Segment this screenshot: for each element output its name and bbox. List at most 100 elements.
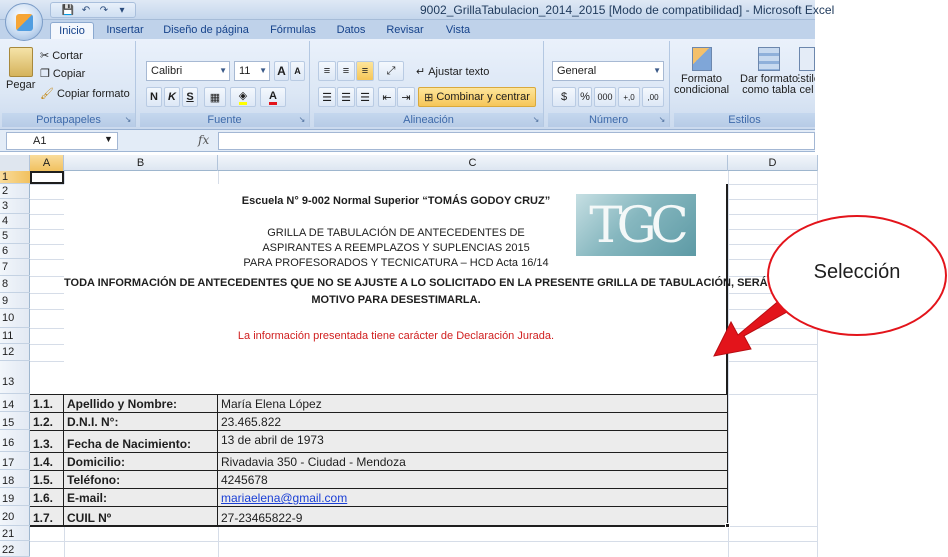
row-header[interactable]: 11 — [0, 328, 30, 344]
field-value[interactable]: 13 de abril de 1973 — [218, 431, 728, 452]
font-launcher-icon[interactable]: ↘ — [297, 115, 307, 125]
row-header[interactable]: 21 — [0, 526, 30, 541]
increase-indent-button[interactable]: ⇥ — [397, 87, 415, 107]
row-header[interactable]: 17 — [0, 452, 30, 470]
row-header[interactable]: 19 — [0, 488, 30, 506]
row-header[interactable]: 6 — [0, 244, 30, 259]
decrease-decimals-button[interactable]: ,00 — [642, 87, 664, 107]
name-box[interactable]: A1 — [6, 132, 118, 150]
orientation-button[interactable]: ⤢ — [378, 61, 404, 81]
tab-formulas[interactable]: Fórmulas — [262, 22, 324, 39]
office-button[interactable] — [5, 3, 43, 41]
row-header[interactable]: 13 — [0, 361, 30, 394]
underline-button[interactable]: S — [182, 87, 198, 107]
clipboard-launcher-icon[interactable]: ↘ — [123, 115, 133, 125]
row-header[interactable]: 8 — [0, 276, 30, 293]
tab-insertar[interactable]: Insertar — [100, 22, 150, 39]
borders-button[interactable]: ▦ — [204, 87, 226, 107]
cell-styles-button[interactable]: Estilo cel — [798, 47, 815, 96]
paste-button[interactable]: Pegar — [6, 47, 35, 91]
worksheet-grid[interactable]: Escuela N° 9-002 Normal Superior “TOMÁS … — [30, 171, 818, 557]
number-format-combo[interactable]: General ▼ — [552, 61, 664, 81]
align-left-button[interactable]: ☰ — [318, 87, 336, 107]
align-bottom-button[interactable]: ≡ — [356, 61, 374, 81]
row-header[interactable]: 9 — [0, 293, 30, 309]
row-header[interactable]: 5 — [0, 229, 30, 244]
row-header[interactable]: 10 — [0, 309, 30, 328]
row-header[interactable]: 15 — [0, 412, 30, 430]
field-value[interactable]: 23.465.822 — [218, 413, 728, 430]
redo-icon[interactable]: ↷ — [97, 4, 111, 17]
font-size-combo[interactable]: 11 ▼ — [234, 61, 270, 81]
field-value[interactable]: María Elena López — [218, 395, 728, 412]
row-header[interactable]: 14 — [0, 394, 30, 412]
tab-datos[interactable]: Datos — [330, 22, 372, 39]
save-icon[interactable]: 💾 — [61, 4, 75, 17]
align-right-button[interactable]: ☰ — [356, 87, 374, 107]
column-header-a[interactable]: A — [30, 155, 64, 171]
tab-diseno-de-pagina[interactable]: Diseño de página — [158, 22, 254, 39]
wrap-text-button[interactable]: ↵ Ajustar texto — [416, 65, 489, 79]
font-color-button[interactable]: A — [260, 87, 286, 107]
active-cell-a1[interactable] — [30, 171, 64, 184]
column-header-d[interactable]: D — [728, 155, 818, 171]
row-header[interactable]: 20 — [0, 506, 30, 526]
fill-handle[interactable] — [725, 523, 730, 528]
row-header[interactable]: 7 — [0, 259, 30, 276]
chevron-down-icon[interactable]: ▼ — [104, 134, 113, 144]
thousands-button[interactable]: 000 — [594, 87, 616, 107]
percent-button[interactable]: % — [578, 87, 592, 107]
table-row[interactable]: 1.5. Teléfono: 4245678 — [30, 470, 728, 488]
shrink-font-button[interactable]: A — [290, 61, 305, 81]
currency-button[interactable]: $ — [552, 87, 576, 107]
email-link[interactable]: mariaelena@gmail.com — [218, 489, 728, 506]
insert-function-icon[interactable]: fx — [198, 133, 209, 147]
table-row[interactable]: 1.7. CUIL Nº 27-23465822-9 — [30, 506, 728, 526]
align-center-button[interactable]: ☰ — [337, 87, 355, 107]
cut-button[interactable]: ✂ Cortar — [40, 49, 83, 63]
increase-decimals-button[interactable]: +,0 — [618, 87, 640, 107]
format-painter-button[interactable]: 🖌 Copiar formato — [40, 87, 130, 101]
row-header[interactable]: 18 — [0, 470, 30, 488]
row-header[interactable]: 2 — [0, 184, 30, 199]
undo-icon[interactable]: ↶ — [79, 4, 93, 17]
title-bar: 💾 ↶ ↷ ▾ 9002_GrillaTabulacion_2014_2015 … — [0, 0, 834, 20]
table-row[interactable]: 1.2. D.N.I. N°: 23.465.822 — [30, 412, 728, 430]
row-header[interactable]: 4 — [0, 214, 30, 229]
bold-button[interactable]: N — [146, 87, 162, 107]
number-launcher-icon[interactable]: ↘ — [657, 115, 667, 125]
field-label: E-mail: — [64, 489, 218, 506]
table-row[interactable]: 1.1. Apellido y Nombre: María Elena Lópe… — [30, 394, 728, 412]
table-row[interactable]: 1.4. Domicilio: Rivadavia 350 - Ciudad -… — [30, 452, 728, 470]
format-as-table-button[interactable]: Dar formato como tabla — [740, 47, 798, 96]
grow-font-button[interactable]: A — [274, 61, 289, 81]
table-row[interactable]: 1.3. Fecha de Nacimiento: 13 de abril de… — [30, 430, 728, 452]
italic-button[interactable]: K — [164, 87, 180, 107]
align-top-button[interactable]: ≡ — [318, 61, 336, 81]
merge-center-button[interactable]: ⊞ Combinar y centrar — [418, 87, 536, 107]
row-header[interactable]: 16 — [0, 430, 30, 452]
row-header[interactable]: 3 — [0, 199, 30, 214]
row-header[interactable]: 22 — [0, 541, 30, 557]
tab-vista[interactable]: Vista — [438, 22, 478, 39]
select-all-corner[interactable] — [0, 155, 30, 171]
alignment-launcher-icon[interactable]: ↘ — [531, 115, 541, 125]
row-header[interactable]: 12 — [0, 344, 30, 361]
row-header[interactable]: 1 — [0, 171, 30, 184]
field-value[interactable]: 4245678 — [218, 471, 728, 488]
decrease-indent-button[interactable]: ⇤ — [378, 87, 396, 107]
column-header-b[interactable]: B — [64, 155, 218, 171]
field-value[interactable]: 27-23465822-9 — [218, 507, 728, 526]
fill-color-button[interactable]: ◈ — [230, 87, 256, 107]
conditional-format-button[interactable]: Formato condicional — [674, 47, 729, 96]
copy-button[interactable]: ❐ Copiar — [40, 67, 85, 81]
table-row[interactable]: 1.6. E-mail: mariaelena@gmail.com — [30, 488, 728, 506]
align-middle-button[interactable]: ≡ — [337, 61, 355, 81]
tab-revisar[interactable]: Revisar — [380, 22, 430, 39]
customize-qat-icon[interactable]: ▾ — [115, 4, 129, 17]
column-header-c[interactable]: C — [218, 155, 728, 171]
field-value[interactable]: Rivadavia 350 - Ciudad - Mendoza — [218, 453, 728, 470]
font-name-combo[interactable]: Calibri ▼ — [146, 61, 230, 81]
formula-input[interactable] — [218, 132, 815, 150]
tab-inicio[interactable]: Inicio — [50, 22, 94, 39]
